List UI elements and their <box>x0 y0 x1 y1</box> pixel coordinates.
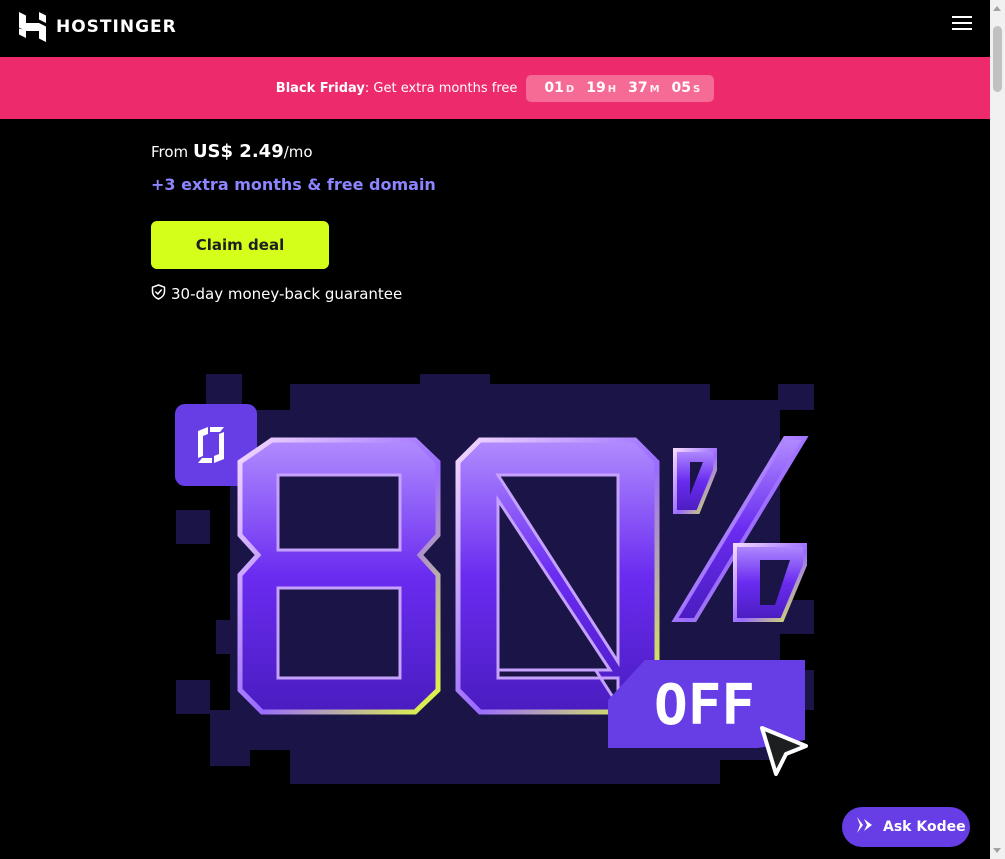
countdown-seconds: 05 S <box>671 80 701 96</box>
promo-label-bold: Black Friday <box>275 80 365 96</box>
scroll-up-arrow-icon[interactable] <box>993 6 1001 11</box>
promo-text: Black Friday: Get extra months free <box>276 81 518 96</box>
countdown-minutes: 37 M <box>628 80 660 96</box>
page-scrollbar[interactable] <box>990 0 1005 859</box>
brand-logo[interactable]: HOSTINGER <box>19 12 177 42</box>
ask-kodee-label: Ask Kodee <box>883 819 966 835</box>
eighty-percent-off-graphic: OFF <box>170 370 830 800</box>
countdown-timer: 01 D 19 H 37 M 05 S <box>526 74 715 102</box>
ask-kodee-button[interactable]: Ask Kodee <box>842 807 970 847</box>
money-back-guarantee: 30-day money-back guarantee <box>151 284 402 304</box>
countdown-days: 01 D <box>544 80 575 96</box>
price-value: US$ 2.49 <box>192 141 284 162</box>
guarantee-text: 30-day money-back guarantee <box>171 285 403 303</box>
top-navigation-bar: HOSTINGER <box>0 0 990 57</box>
price-line: From US$ 2.49/mo <box>151 141 313 162</box>
countdown-hours: 19 H <box>586 80 617 96</box>
kodee-sparkle-icon <box>854 815 874 839</box>
hostinger-logo-icon <box>19 12 46 42</box>
black-friday-promo-banner: Black Friday: Get extra months free 01 D … <box>0 57 990 119</box>
promo-label: : Get extra months free <box>364 80 518 96</box>
off-label: OFF <box>654 673 755 738</box>
scroll-down-arrow-icon[interactable] <box>993 848 1001 853</box>
scroll-thumb[interactable] <box>993 26 1002 92</box>
claim-deal-button[interactable]: Claim deal <box>151 221 329 269</box>
hamburger-menu-icon[interactable] <box>952 13 972 33</box>
extra-months-text: +3 extra months & free domain <box>151 175 436 194</box>
brand-name: HOSTINGER <box>56 17 177 37</box>
shield-check-icon <box>151 284 171 304</box>
